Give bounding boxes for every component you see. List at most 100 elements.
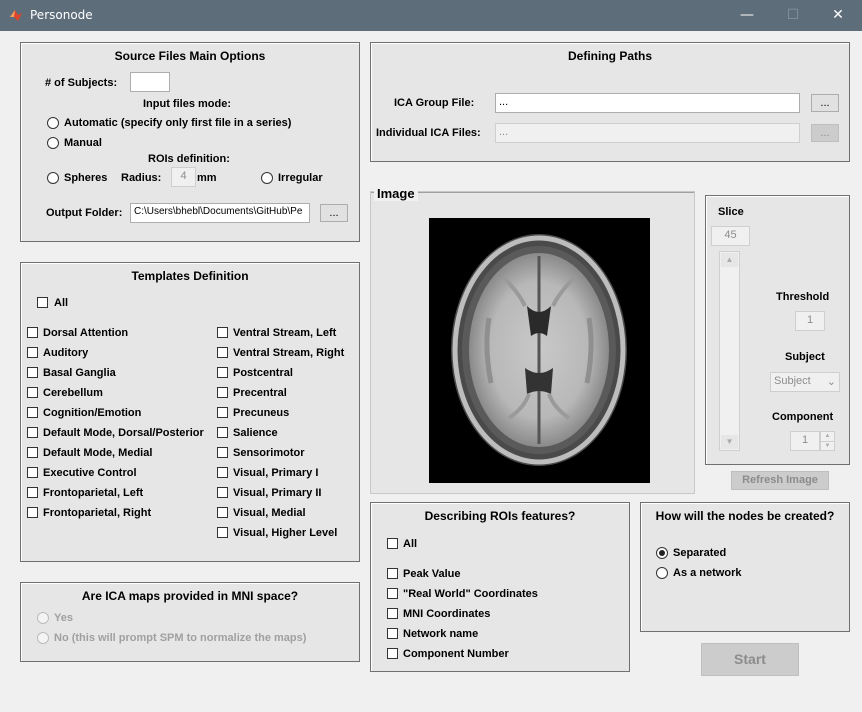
feature-checkbox[interactable] (387, 568, 398, 579)
ica-group-file-input[interactable]: ... (495, 93, 800, 113)
ica-group-file-browse-button[interactable]: ... (811, 94, 839, 112)
minimize-button[interactable]: — (724, 0, 770, 31)
templates-all-checkbox[interactable] (37, 297, 48, 308)
feature-checkbox[interactable] (387, 628, 398, 639)
roi-features-title: Describing ROIs features? (424, 509, 576, 523)
node-creation-title: How will the nodes be created? (655, 509, 835, 523)
template-checkbox[interactable] (217, 427, 228, 438)
image-frame-divider (371, 192, 694, 193)
separated-label: Separated (673, 547, 727, 559)
input-mode-label: Input files mode: (143, 98, 231, 110)
template-checkbox[interactable] (27, 487, 38, 498)
irregular-radio[interactable] (261, 172, 273, 184)
template-label: Default Mode, Dorsal/Posterior (43, 427, 204, 439)
features-all-label: All (403, 538, 418, 550)
template-checkbox[interactable] (217, 527, 228, 538)
scroll-down-arrow-icon[interactable]: ▼ (721, 435, 738, 449)
slice-input[interactable]: 45 (711, 226, 750, 246)
slice-label: Slice (718, 206, 744, 218)
template-checkbox[interactable] (217, 387, 228, 398)
mni-yes-radio[interactable] (37, 612, 49, 624)
template-checkbox[interactable] (27, 347, 38, 358)
feature-label: "Real World" Coordinates (403, 588, 538, 600)
template-label: Dorsal Attention (43, 327, 129, 339)
feature-label: Component Number (403, 648, 509, 660)
template-label: Precentral (233, 387, 287, 399)
subjects-label: # of Subjects: (45, 77, 118, 89)
template-checkbox[interactable] (217, 487, 228, 498)
template-checkbox[interactable] (217, 467, 228, 478)
spin-down-icon[interactable]: ▼ (821, 442, 834, 451)
output-folder-input[interactable]: C:\Users\bhebl\Documents\GitHub\Pe (130, 203, 310, 223)
feature-label: MNI Coordinates (403, 608, 491, 620)
template-checkbox[interactable] (27, 427, 38, 438)
rois-definition-label: ROIs definition: (148, 153, 230, 165)
individual-ica-files-input[interactable]: ... (495, 123, 800, 143)
template-checkbox[interactable] (217, 347, 228, 358)
separated-radio[interactable] (656, 547, 668, 559)
close-button[interactable]: ✕ (815, 0, 861, 31)
feature-label: Network name (403, 628, 479, 640)
template-label: Ventral Stream, Right (233, 347, 345, 359)
radius-label: Radius: (121, 172, 162, 184)
templates-all-label: All (54, 297, 69, 309)
image-controls-panel: Slice 45 ▲ ▼ Threshold 1 Subject Subject… (705, 195, 850, 465)
template-checkbox[interactable] (27, 467, 38, 478)
scroll-up-arrow-icon[interactable]: ▲ (721, 253, 738, 267)
brain-slice-icon (451, 234, 627, 466)
subject-dropdown-value: Subject (774, 375, 811, 387)
mni-space-panel: Are ICA maps provided in MNI space? Yes … (20, 582, 360, 662)
image-title: Image (374, 186, 418, 201)
defining-paths-panel: Defining Paths ICA Group File: ... ... I… (370, 42, 850, 162)
threshold-input[interactable]: 1 (795, 311, 825, 331)
node-creation-panel: How will the nodes be created? Separated… (640, 502, 850, 632)
component-input[interactable]: 1 (790, 431, 820, 451)
template-checkbox[interactable] (217, 447, 228, 458)
feature-checkbox[interactable] (387, 608, 398, 619)
template-label: Visual, Primary I (233, 467, 319, 479)
template-checkbox[interactable] (27, 327, 38, 338)
spin-up-icon[interactable]: ▲ (821, 432, 834, 442)
template-checkbox[interactable] (217, 407, 228, 418)
maximize-button[interactable]: ☐ (770, 0, 816, 31)
templates-title: Templates Definition (131, 269, 249, 283)
feature-label: Peak Value (403, 568, 461, 580)
template-checkbox[interactable] (27, 367, 38, 378)
individual-ica-files-label: Individual ICA Files: (376, 127, 481, 139)
features-all-checkbox[interactable] (387, 538, 398, 549)
template-label: Default Mode, Medial (43, 447, 153, 459)
ica-group-file-label: ICA Group File: (394, 97, 475, 109)
template-checkbox[interactable] (27, 447, 38, 458)
template-checkbox[interactable] (27, 387, 38, 398)
output-folder-browse-button[interactable]: ... (320, 204, 348, 222)
template-label: Precuneus (233, 407, 290, 419)
as-network-label: As a network (673, 567, 742, 579)
radius-input[interactable]: 4 (171, 167, 196, 187)
feature-checkbox[interactable] (387, 588, 398, 599)
feature-checkbox[interactable] (387, 648, 398, 659)
template-label: Postcentral (233, 367, 293, 379)
template-checkbox[interactable] (217, 507, 228, 518)
start-button[interactable]: Start (701, 643, 799, 676)
manual-radio[interactable] (47, 137, 59, 149)
template-label: Sensorimotor (233, 447, 305, 459)
window-title: Personode (30, 8, 93, 22)
template-label: Cognition/Emotion (43, 407, 142, 419)
template-checkbox[interactable] (217, 367, 228, 378)
refresh-image-button[interactable]: Refresh Image (731, 471, 829, 490)
as-network-radio[interactable] (656, 567, 668, 579)
roi-features-panel: Describing ROIs features? All Peak Value… (370, 502, 630, 672)
subject-dropdown[interactable]: Subject ⌄ (770, 372, 840, 392)
slice-scrollbar[interactable]: ▲ ▼ (719, 251, 740, 451)
template-checkbox[interactable] (27, 407, 38, 418)
source-files-title: Source Files Main Options (114, 49, 266, 63)
mni-no-radio[interactable] (37, 632, 49, 644)
template-checkbox[interactable] (217, 327, 228, 338)
automatic-radio[interactable] (47, 117, 59, 129)
component-spinner[interactable]: ▲ ▼ (820, 431, 835, 451)
subject-label: Subject (785, 351, 825, 363)
individual-ica-files-browse-button[interactable]: ... (811, 124, 839, 142)
template-checkbox[interactable] (27, 507, 38, 518)
subjects-input[interactable] (130, 72, 170, 92)
spheres-radio[interactable] (47, 172, 59, 184)
